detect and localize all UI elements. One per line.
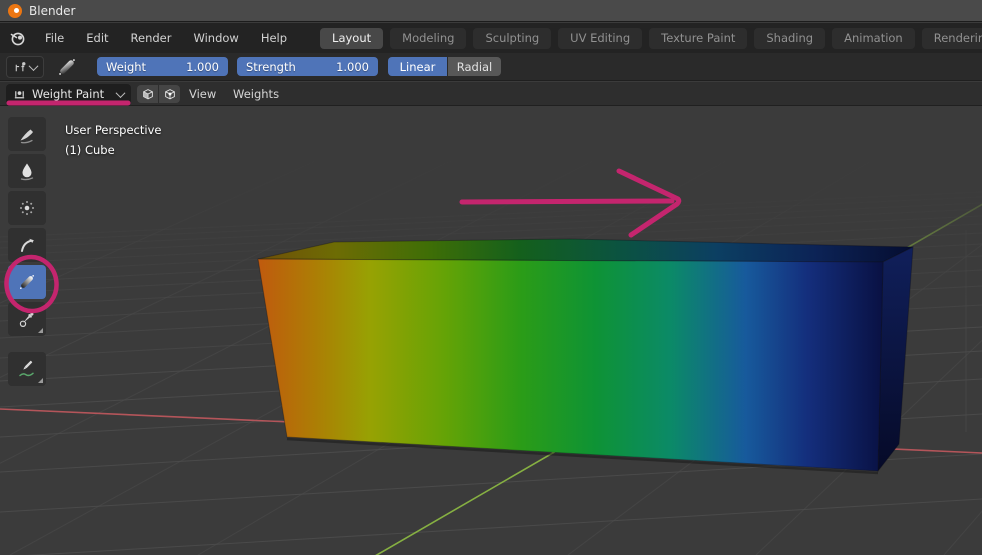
tool-settings-bar: Weight 1.000 Strength 1.000 Linear Radia… (0, 53, 982, 81)
annotate-pen-icon (19, 360, 34, 377)
cube-right-face (877, 246, 914, 473)
menu-edit[interactable]: Edit (75, 26, 119, 50)
tool-average-button[interactable] (8, 191, 46, 225)
blender-window: Blender File Edit Render Window Help Lay… (0, 0, 982, 555)
menu-file[interactable]: File (34, 26, 75, 50)
tool-blur-button[interactable] (8, 154, 46, 188)
viewport-toolbar (8, 117, 46, 386)
tool-gradient-button[interactable] (8, 265, 46, 299)
eyedropper-icon (19, 312, 34, 328)
strength-slider-value: 1.000 (336, 59, 369, 74)
viewport-3d[interactable]: User Perspective (1) Cube (0, 107, 982, 555)
chevron-down-icon (28, 60, 39, 71)
mode-selector-label: Weight Paint (32, 87, 105, 101)
blender-app-menu-icon[interactable] (8, 28, 28, 48)
tab-modeling[interactable]: Modeling (390, 27, 467, 49)
tool-annotate-button[interactable] (8, 352, 46, 386)
tab-uv-editing[interactable]: UV Editing (558, 27, 643, 49)
tab-texture-paint[interactable]: Texture Paint (649, 27, 748, 49)
tab-rendering[interactable]: Rendering (921, 27, 982, 49)
chevron-down-icon (115, 87, 126, 98)
workspace-tabs: Layout Modeling Sculpting UV Editing Tex… (320, 27, 982, 49)
blender-logo-icon (8, 3, 22, 18)
weight-slider[interactable]: Weight 1.000 (97, 57, 228, 76)
weight-slider-value: 1.000 (186, 59, 219, 74)
blur-droplet-icon (20, 163, 34, 181)
brush-asset-dropdown[interactable] (6, 56, 44, 78)
face-mask-cube-icon (142, 89, 153, 100)
menu-help[interactable]: Help (250, 26, 298, 50)
weight-paint-mode-icon (14, 90, 25, 98)
draw-brush-icon (20, 129, 33, 144)
view-menu[interactable]: View (180, 82, 225, 106)
brush-tool-icon (15, 61, 26, 71)
falloff-linear-button[interactable]: Linear (388, 57, 447, 76)
tab-sculpting[interactable]: Sculpting (473, 27, 552, 49)
gradient-capsule-icon (20, 275, 34, 289)
tool-draw-button[interactable] (8, 117, 46, 151)
weight-painted-cube[interactable] (257, 238, 914, 475)
menu-render[interactable]: Render (120, 26, 183, 50)
viewport-header: Weight Paint View Weights (0, 82, 982, 106)
tool-sample-weight-button[interactable] (8, 302, 46, 336)
mode-selector-dropdown[interactable]: Weight Paint (6, 84, 131, 104)
tab-shading[interactable]: Shading (754, 27, 826, 49)
tab-animation[interactable]: Animation (832, 27, 915, 49)
strength-slider[interactable]: Strength 1.000 (237, 57, 378, 76)
brush-preview-icon[interactable] (55, 56, 79, 78)
tab-layout[interactable]: Layout (320, 27, 384, 49)
cube-front-face (257, 258, 884, 472)
paint-mask-toggle[interactable] (137, 85, 158, 103)
titlebar: Blender (0, 0, 982, 22)
smear-arrow-icon (21, 238, 34, 252)
average-dotted-circle-icon (20, 201, 34, 215)
strength-slider-label: Strength (246, 59, 296, 74)
menubar: File Edit Render Window Help Layout Mode… (0, 23, 982, 53)
falloff-radial-button[interactable]: Radial (448, 57, 501, 76)
weight-slider-label: Weight (106, 59, 147, 74)
viewport-scene (0, 107, 982, 555)
weights-menu[interactable]: Weights (224, 82, 288, 106)
menu-window[interactable]: Window (182, 26, 249, 50)
vertex-mask-toggle[interactable] (159, 85, 180, 103)
tool-smear-button[interactable] (8, 228, 46, 262)
vertex-mask-cube-icon (164, 89, 175, 100)
window-title: Blender (29, 3, 76, 18)
